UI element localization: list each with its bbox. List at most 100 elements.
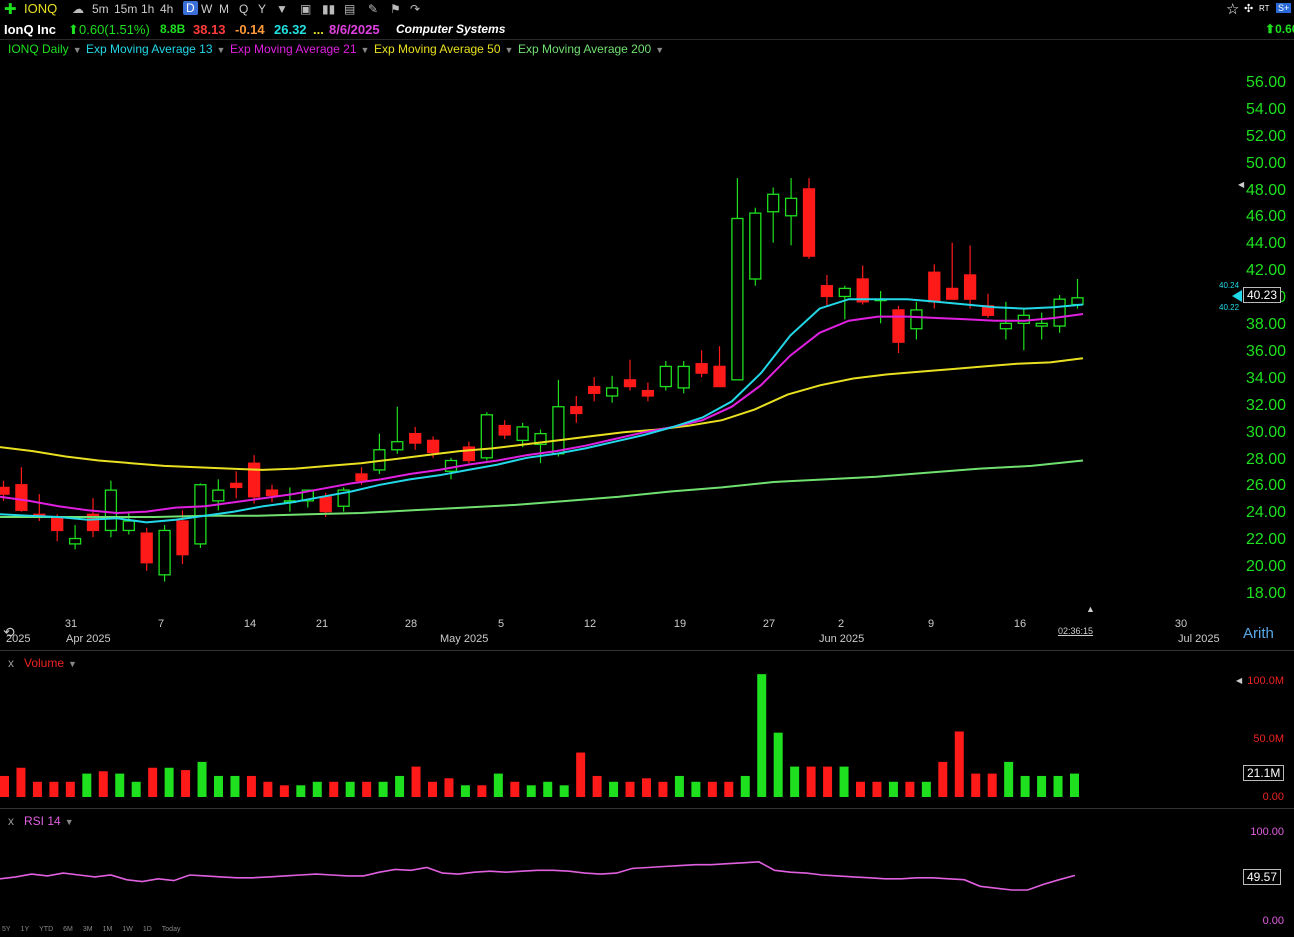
period-YTD[interactable]: YTD <box>39 926 53 933</box>
volume-bar <box>872 781 882 797</box>
compare-icon[interactable]: ▣ <box>300 2 311 16</box>
volume-bar <box>148 767 158 797</box>
timeframe-5m[interactable]: 5m <box>92 2 109 16</box>
legend-item-0[interactable]: IONQ Daily ▼ <box>8 42 82 56</box>
price-tick: 22.00 <box>1245 531 1286 549</box>
add-symbol-icon[interactable]: ✚ <box>4 0 17 18</box>
candle-up <box>784 197 798 217</box>
date-tick: 16 <box>1013 618 1027 630</box>
legend-item-1[interactable]: Exp Moving Average 13 ▼ <box>86 42 225 56</box>
date-tick: 30 <box>1174 618 1188 630</box>
timeframe-D[interactable]: D <box>183 1 198 15</box>
legend-item-4[interactable]: Exp Moving Average 200 ▼ <box>518 42 664 56</box>
timeframe-Y[interactable]: Y <box>258 2 266 16</box>
symbol-label[interactable]: IONQ <box>24 1 57 16</box>
calendar-icon[interactable]: ▤ <box>344 2 355 16</box>
month-label: May 2025 <box>440 633 489 645</box>
volume-bar <box>971 773 981 797</box>
volume-bar <box>757 674 767 797</box>
star-icon[interactable]: ☆ <box>1226 0 1239 18</box>
volume-bar <box>823 766 833 797</box>
sector-label: Computer Systems <box>396 22 506 36</box>
date-tick: 28 <box>404 618 418 630</box>
timeframe-W[interactable]: W <box>201 2 212 16</box>
company-name: IonQ Inc <box>4 22 56 37</box>
volume-chart[interactable] <box>0 660 1240 800</box>
period-5Y[interactable]: 5Y <box>2 926 11 933</box>
high-marker-icon: ◀ <box>1238 180 1245 189</box>
share-icon[interactable]: ↷ <box>410 2 420 16</box>
candle-up <box>677 365 690 389</box>
legend-label: Exp Moving Average 13 <box>86 42 213 56</box>
ema13-line <box>0 298 1084 524</box>
bars-icon[interactable]: ▮▮ <box>322 2 335 16</box>
volume-bar <box>395 775 405 797</box>
legend-item-2[interactable]: Exp Moving Average 21 ▼ <box>230 42 369 56</box>
timeframe-1h[interactable]: 1h <box>141 2 154 16</box>
legend-dropdown-icon[interactable]: ▼ <box>505 45 514 55</box>
candle-up <box>68 537 82 545</box>
candle-up <box>767 193 780 213</box>
volume-bar <box>559 785 569 797</box>
timeframe-15m[interactable]: 15m <box>114 2 137 16</box>
date-tick: 21 <box>315 618 329 630</box>
pane-divider-volume[interactable] <box>0 650 1294 651</box>
candle-up <box>1071 297 1084 306</box>
legend-dropdown-icon[interactable]: ▼ <box>73 45 82 55</box>
volume-bar <box>230 775 240 797</box>
candle-up <box>1017 314 1030 325</box>
candle-up <box>391 441 404 451</box>
legend-dropdown-icon[interactable]: ▼ <box>361 45 370 55</box>
period-3M[interactable]: 3M <box>83 926 93 933</box>
candle-down <box>946 287 959 300</box>
volume-bar <box>32 781 42 797</box>
volume-bar <box>642 778 651 797</box>
candle-down <box>15 484 28 511</box>
price-chart[interactable] <box>0 60 1240 612</box>
reset-view-icon[interactable]: ⟲ <box>3 624 15 641</box>
candle-down <box>820 285 834 298</box>
volume-bar <box>98 771 108 797</box>
period-1D[interactable]: 1D <box>143 926 152 933</box>
last-price-label: 40.23 <box>1243 287 1282 303</box>
period-1M[interactable]: 1M <box>103 926 113 933</box>
legend-dropdown-icon[interactable]: ▼ <box>217 45 226 55</box>
volume-bar <box>1070 773 1079 797</box>
candle-down <box>319 496 332 513</box>
legend-dropdown-icon[interactable]: ▼ <box>655 45 664 55</box>
timeframe-dropdown-icon[interactable]: ▼ <box>276 2 288 16</box>
cloud-icon[interactable]: ☁ <box>72 2 84 16</box>
legend-label: Exp Moving Average 21 <box>230 42 357 56</box>
period-1Y[interactable]: 1Y <box>21 926 30 933</box>
scale-mode[interactable]: Arith <box>1243 625 1274 642</box>
legend-label: Exp Moving Average 50 <box>374 42 501 56</box>
volume-bar <box>477 785 487 797</box>
period-6M[interactable]: 6M <box>63 926 73 933</box>
candle-down <box>892 309 905 343</box>
symbol-info-line: IonQ Inc ⬆ 0.60(1.51%) 8.8B 38.13 -0.14 … <box>0 20 1294 39</box>
timeframe-Q[interactable]: Q <box>239 2 248 16</box>
legend-item-3[interactable]: Exp Moving Average 50 ▼ <box>374 42 513 56</box>
candle-down <box>426 439 440 454</box>
price-tick: 30.00 <box>1245 423 1286 441</box>
info-ellipsis: ... <box>313 22 324 37</box>
pencil-icon[interactable]: ✎ <box>368 2 378 16</box>
candle-up <box>212 489 225 502</box>
date-axis[interactable]: 31 7 14 21 28 5 12 19 27 2 9 16 30 Apr 2025 May 2025 Ju… <box>0 615 1240 649</box>
candle-down <box>802 188 816 257</box>
scroll-up-icon[interactable]: ▲ <box>1086 604 1095 614</box>
flag-icon[interactable]: ⚑ <box>390 2 401 16</box>
period-1W[interactable]: 1W <box>122 926 133 933</box>
period-Today[interactable]: Today <box>162 926 181 933</box>
pane-divider-rsi[interactable] <box>0 808 1294 809</box>
timeframe-4h[interactable]: 4h <box>160 2 173 16</box>
price-tick: 36.00 <box>1245 342 1286 360</box>
candle-up <box>122 520 135 532</box>
rsi-chart[interactable] <box>0 822 1240 930</box>
price-tick: 54.00 <box>1245 100 1286 118</box>
timeframe-M[interactable]: M <box>219 2 229 16</box>
volume-bar <box>16 767 26 797</box>
volume-bar <box>576 752 586 797</box>
price-tick: 46.00 <box>1245 208 1286 226</box>
volume-bar <box>214 775 223 797</box>
